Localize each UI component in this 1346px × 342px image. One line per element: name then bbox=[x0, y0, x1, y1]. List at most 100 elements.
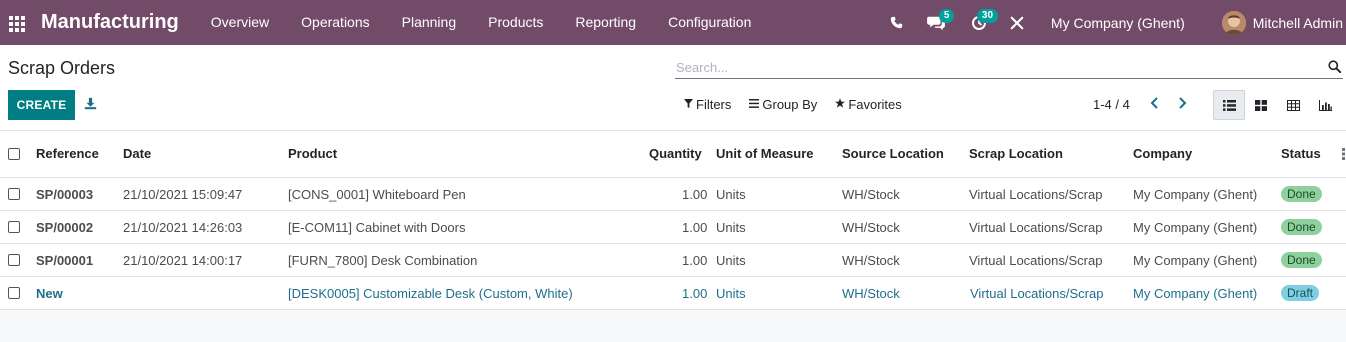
column-quantity[interactable]: Quantity bbox=[649, 146, 702, 161]
menu-reporting[interactable]: Reporting bbox=[559, 0, 652, 45]
menu-overview[interactable]: Overview bbox=[195, 0, 285, 45]
row-uom: Units bbox=[716, 286, 746, 301]
row-checkbox[interactable] bbox=[8, 254, 20, 266]
column-scrap-location[interactable]: Scrap Location bbox=[969, 146, 1063, 161]
filter-icon bbox=[684, 98, 693, 111]
row-date: 21/10/2021 14:26:03 bbox=[123, 220, 243, 235]
row-reference: SP/00003 bbox=[36, 187, 94, 202]
page-title: Scrap Orders bbox=[8, 58, 116, 78]
scrap-orders-list: Reference Date Product Quantity Unit of … bbox=[0, 131, 1346, 310]
table-row[interactable]: New [DESK0005] Customizable Desk (Custom… bbox=[0, 277, 1346, 310]
phone-icon[interactable] bbox=[878, 0, 916, 45]
menu-planning[interactable]: Planning bbox=[386, 0, 473, 45]
kanban-view-icon[interactable] bbox=[1245, 90, 1277, 120]
column-reference[interactable]: Reference bbox=[36, 146, 99, 161]
row-source-location: WH/Stock bbox=[842, 220, 900, 235]
row-reference: SP/00001 bbox=[36, 253, 94, 268]
graph-view-icon[interactable] bbox=[1309, 90, 1341, 120]
column-source-location[interactable]: Source Location bbox=[842, 146, 944, 161]
search-options: Filters Group By Favorites bbox=[684, 97, 920, 112]
row-reference: SP/00002 bbox=[36, 220, 94, 235]
apps-menu-icon[interactable] bbox=[9, 15, 25, 32]
search-input[interactable] bbox=[675, 57, 1315, 77]
row-company: My Company (Ghent) bbox=[1133, 220, 1258, 235]
create-button[interactable]: CREATE bbox=[8, 90, 75, 120]
messages-icon[interactable]: 5 bbox=[916, 0, 956, 45]
download-icon[interactable] bbox=[84, 97, 97, 113]
status-badge: Done bbox=[1281, 186, 1322, 202]
filters-toggle[interactable]: Filters bbox=[684, 97, 731, 112]
row-quantity: 1.00 bbox=[682, 220, 708, 235]
status-badge: Done bbox=[1281, 252, 1322, 268]
control-panel: Scrap Orders CREATE Filters Group By Fav… bbox=[0, 45, 1346, 131]
pager-value[interactable]: 1-4 / 4 bbox=[1093, 97, 1130, 112]
row-scrap-location: Virtual Locations/Scrap bbox=[969, 253, 1103, 268]
group-by-toggle[interactable]: Group By bbox=[749, 97, 817, 112]
column-product[interactable]: Product bbox=[288, 146, 337, 161]
row-quantity: 1.00 bbox=[682, 187, 708, 202]
menu-configuration[interactable]: Configuration bbox=[652, 0, 767, 45]
column-unit-of-measure[interactable]: Unit of Measure bbox=[716, 146, 814, 161]
row-product: [DESK0005] Customizable Desk (Custom, Wh… bbox=[288, 286, 573, 301]
activities-icon[interactable]: 30 bbox=[956, 0, 1002, 45]
row-company: My Company (Ghent) bbox=[1133, 187, 1258, 202]
navbar-systray: 5 30 My Company (Ghent) Mitchell Admin bbox=[878, 0, 1346, 45]
activities-badge: 30 bbox=[976, 9, 999, 23]
table-row[interactable]: SP/00002 21/10/2021 14:26:03 [E-COM11] C… bbox=[0, 211, 1346, 244]
menu-operations[interactable]: Operations bbox=[285, 0, 385, 45]
row-source-location: WH/Stock bbox=[842, 253, 900, 268]
pager-next-icon[interactable] bbox=[1176, 96, 1188, 113]
row-product: [E-COM11] Cabinet with Doors bbox=[288, 220, 466, 235]
debug-tools-icon[interactable] bbox=[1002, 0, 1032, 45]
favorites-label: Favorites bbox=[848, 97, 902, 112]
company-switcher[interactable]: My Company (Ghent) bbox=[1051, 15, 1185, 31]
optional-columns-icon[interactable] bbox=[1341, 147, 1346, 161]
messages-badge: 5 bbox=[938, 9, 955, 23]
list-empty-area bbox=[0, 310, 1346, 342]
row-uom: Units bbox=[716, 253, 746, 268]
row-date: 21/10/2021 14:00:17 bbox=[123, 253, 243, 268]
favorites-toggle[interactable]: Favorites bbox=[835, 97, 902, 112]
row-company: My Company (Ghent) bbox=[1133, 253, 1258, 268]
search-icon[interactable] bbox=[1328, 60, 1342, 76]
row-uom: Units bbox=[716, 220, 746, 235]
status-badge: Draft bbox=[1281, 285, 1320, 301]
row-scrap-location: Virtual Locations/Scrap bbox=[969, 187, 1103, 202]
row-product: [CONS_0001] Whiteboard Pen bbox=[288, 187, 466, 202]
pivot-view-icon[interactable] bbox=[1277, 90, 1309, 120]
menu-products[interactable]: Products bbox=[472, 0, 559, 45]
list-view-icon[interactable] bbox=[1213, 90, 1245, 120]
table-row[interactable]: SP/00001 21/10/2021 14:00:17 [FURN_7800]… bbox=[0, 244, 1346, 277]
row-company: My Company (Ghent) bbox=[1133, 286, 1258, 301]
select-all-checkbox[interactable] bbox=[8, 148, 20, 160]
table-header: Reference Date Product Quantity Unit of … bbox=[0, 131, 1346, 178]
row-scrap-location: Virtual Locations/Scrap bbox=[970, 286, 1104, 301]
pager-previous-icon[interactable] bbox=[1149, 96, 1161, 113]
top-navbar: Manufacturing Overview Operations Planni… bbox=[0, 0, 1346, 45]
row-checkbox[interactable] bbox=[8, 287, 20, 299]
app-brand[interactable]: Manufacturing bbox=[41, 11, 179, 34]
row-quantity: 1.00 bbox=[682, 253, 708, 268]
user-menu[interactable]: Mitchell Admin bbox=[1253, 15, 1343, 31]
row-product: [FURN_7800] Desk Combination bbox=[288, 253, 478, 268]
row-source-location: WH/Stock bbox=[842, 286, 900, 301]
row-scrap-location: Virtual Locations/Scrap bbox=[969, 220, 1103, 235]
filters-label: Filters bbox=[696, 97, 732, 112]
status-badge: Done bbox=[1281, 219, 1322, 235]
group-by-label: Group By bbox=[762, 97, 818, 112]
row-checkbox[interactable] bbox=[8, 188, 20, 200]
column-status[interactable]: Status bbox=[1281, 146, 1321, 161]
column-date[interactable]: Date bbox=[123, 146, 151, 161]
user-avatar[interactable] bbox=[1221, 10, 1246, 35]
star-icon bbox=[835, 98, 846, 111]
row-reference: New bbox=[36, 286, 63, 301]
row-checkbox[interactable] bbox=[8, 221, 20, 233]
row-date: 21/10/2021 15:09:47 bbox=[123, 187, 243, 202]
row-source-location: WH/Stock bbox=[842, 187, 900, 202]
row-uom: Units bbox=[716, 187, 746, 202]
table-row[interactable]: SP/00003 21/10/2021 15:09:47 [CONS_0001]… bbox=[0, 178, 1346, 211]
view-switcher bbox=[1213, 90, 1341, 120]
column-company[interactable]: Company bbox=[1133, 146, 1192, 161]
search-box bbox=[675, 57, 1343, 79]
row-quantity: 1.00 bbox=[682, 286, 708, 301]
